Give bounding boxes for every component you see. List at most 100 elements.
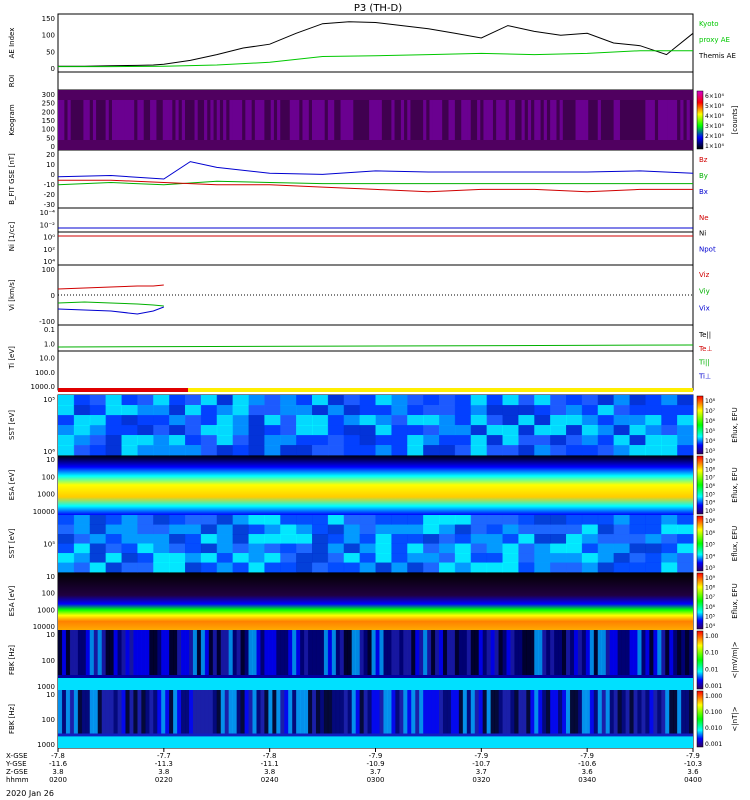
spectrogram-cell: [534, 515, 551, 525]
colorbar-label: 10⁸: [705, 466, 716, 473]
spectrogram-cell: [216, 425, 234, 436]
spectrogram-cell: [121, 553, 138, 563]
colorbar-label: 10⁸: [705, 398, 716, 405]
spectrogram-cell: [502, 562, 519, 573]
spectrogram-cell: [89, 425, 107, 436]
keogram-column: [499, 100, 503, 140]
spectrogram-cell: [58, 515, 75, 525]
keogram-column: [165, 100, 170, 140]
spectrogram-cell: [391, 515, 408, 525]
keogram-column: [99, 100, 103, 140]
spectrogram-cell: [613, 515, 630, 525]
keogram-column: [362, 100, 367, 140]
spectrogram-cell: [216, 553, 234, 563]
keogram-column: [185, 100, 189, 140]
spectrogram-cell: [581, 524, 599, 535]
spectrogram-cell: [343, 690, 349, 734]
spectrogram-cell: [454, 435, 472, 446]
keogram-column: [146, 100, 151, 140]
spectrogram-cell: [617, 630, 622, 675]
series-line-viy: [57, 301, 164, 307]
spectrogram-cell: [85, 630, 91, 675]
spectrogram-cell: [446, 630, 452, 675]
spectrogram-cell: [280, 534, 297, 544]
ytick-label: 10⁰: [43, 234, 55, 242]
spectrogram-cell: [435, 690, 440, 734]
spectrogram-cell: [423, 445, 440, 456]
xaxis-tick-label: 3.8: [264, 768, 275, 776]
spectrogram-cell: [411, 690, 416, 734]
spectrogram-cell: [677, 562, 694, 573]
spectrogram-cell: [220, 630, 225, 675]
spectrogram-cell: [359, 405, 376, 416]
spectrogram-cell: [514, 630, 519, 675]
spectrogram-cell: [629, 524, 646, 535]
colorbar-label: 10⁵: [705, 542, 716, 549]
spectrogram-cell: [58, 690, 63, 734]
spectrogram-cell: [665, 690, 670, 734]
spectrogram-cell: [347, 690, 352, 734]
spectrogram-cell: [200, 543, 218, 554]
ytick-label: 10⁻⁴: [40, 209, 56, 217]
spectrogram-cell: [312, 553, 329, 563]
spectrogram-cell: [327, 534, 345, 544]
spectrogram-cell: [470, 562, 488, 573]
spectrogram-cell: [113, 690, 118, 734]
ytick-label: 10²: [43, 246, 55, 254]
spectrogram-cell: [566, 515, 583, 525]
spectrogram-cell: [613, 562, 630, 573]
spectrogram-cell: [423, 630, 428, 675]
keogram-column: [312, 100, 316, 140]
keogram-column: [369, 100, 373, 140]
keogram-column: [642, 100, 646, 140]
colorbar-title: Eflux, EFU: [731, 526, 739, 561]
spectrogram-cell: [645, 395, 662, 406]
date-label: 2020 Jan 26: [6, 789, 54, 798]
keogram-column: [591, 100, 595, 140]
ylabel-fbk1: FBK [Hz]: [8, 645, 16, 675]
spectrogram-cell: [343, 395, 361, 406]
spectrogram-cell: [288, 690, 293, 734]
spectrogram-cell: [673, 690, 678, 734]
keogram-column: [572, 100, 576, 140]
spectrogram-cell: [502, 690, 507, 734]
spectrogram-cell: [566, 435, 583, 446]
spectrogram-cell: [77, 630, 83, 675]
ylabel-esa1: ESA [eV]: [8, 469, 16, 500]
spectrogram-cell: [661, 405, 678, 416]
spectrogram-cell: [312, 630, 317, 675]
spectrogram-cell: [89, 445, 107, 456]
spectrogram-cell: [296, 553, 313, 563]
spectrogram-cell: [439, 395, 456, 406]
spectrogram-cell: [73, 445, 91, 456]
spectrogram-cell: [466, 630, 472, 675]
keogram-column: [407, 100, 411, 140]
keogram-column: [562, 100, 567, 140]
keogram-column: [661, 100, 665, 140]
keogram-column: [654, 100, 659, 140]
ytick-label: 50: [46, 134, 55, 142]
spectrogram-cell: [661, 425, 678, 436]
spectrogram-cell: [200, 435, 218, 446]
spectrogram-cell: [573, 690, 579, 734]
spectrogram-cell: [58, 524, 75, 535]
spectrogram-cell: [200, 515, 218, 525]
spectrogram-cell: [550, 435, 567, 446]
spectrogram-cell: [375, 445, 392, 456]
spectrogram-cell: [200, 445, 218, 456]
spectrogram-cell: [204, 630, 210, 675]
spectrogram-cell: [681, 690, 686, 734]
spectrogram-cell: [121, 515, 138, 525]
spectrogram-cell: [264, 690, 269, 734]
keogram-column: [508, 100, 513, 140]
spectrogram-cell: [546, 690, 551, 734]
xaxis-tick-label: -10.3: [684, 760, 702, 768]
ytick-label: 0: [51, 292, 55, 300]
spectrogram-cell: [185, 690, 190, 734]
spectrogram-cell: [518, 553, 535, 563]
keogram-column: [150, 100, 154, 140]
spectrogram-cell: [482, 690, 487, 734]
spectrogram-cell: [470, 415, 488, 426]
spectrogram-cell: [375, 543, 392, 554]
spectrogram-cell: [169, 630, 174, 675]
